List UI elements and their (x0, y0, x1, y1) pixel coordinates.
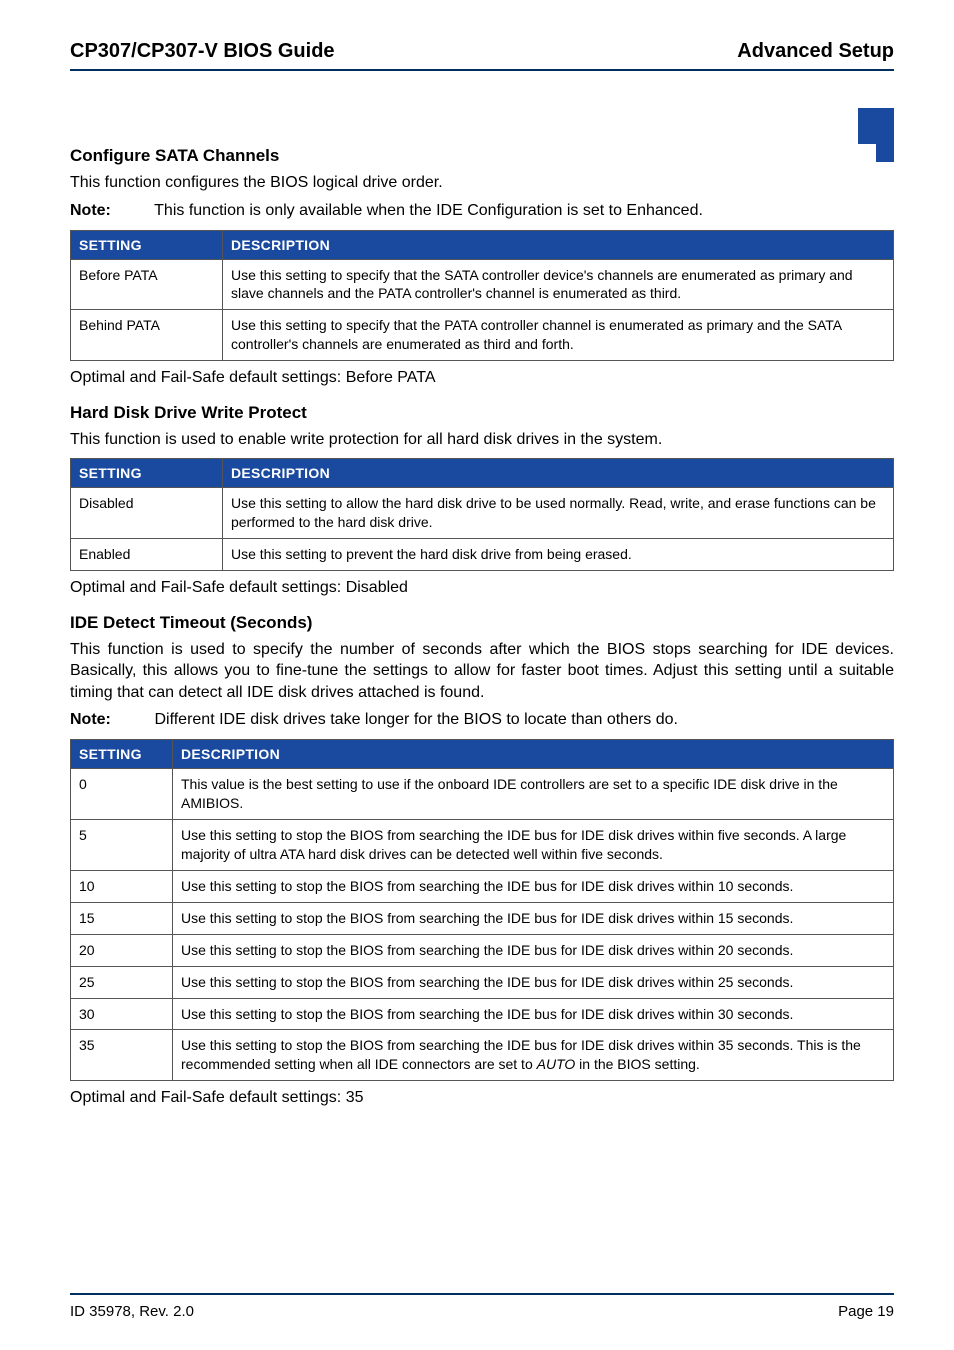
table-row: 20 Use this setting to stop the BIOS fro… (71, 934, 894, 966)
cell-description: Use this setting to stop the BIOS from s… (173, 870, 894, 902)
footer-right: Page 19 (838, 1303, 894, 1320)
table-row: Behind PATA Use this setting to specify … (71, 310, 894, 361)
cell-setting: 5 (71, 820, 173, 871)
note-label: Note: (70, 202, 150, 220)
th-description: DESCRIPTION (223, 459, 894, 488)
sec3-intro: This function is used to specify the num… (70, 639, 894, 704)
table-row: 35 Use this setting to stop the BIOS fro… (71, 1030, 894, 1081)
cell-setting: 25 (71, 966, 173, 998)
sec1-table: SETTING DESCRIPTION Before PATA Use this… (70, 230, 894, 362)
footer-left: ID 35978, Rev. 2.0 (70, 1303, 194, 1320)
table-row: Before PATA Use this setting to specify … (71, 259, 894, 310)
sec3-table: SETTING DESCRIPTION 0 This value is the … (70, 739, 894, 1081)
sec1-default: Optimal and Fail-Safe default settings: … (70, 367, 894, 389)
cell-description: Use this setting to specify that the SAT… (223, 259, 894, 310)
note-text: This function is only available when the… (154, 202, 703, 219)
cell-description: Use this setting to prevent the hard dis… (223, 539, 894, 571)
cell-description: Use this setting to stop the BIOS from s… (173, 1030, 894, 1081)
th-description: DESCRIPTION (173, 740, 894, 769)
sec1-intro: This function configures the BIOS logica… (70, 172, 894, 194)
th-setting: SETTING (71, 459, 223, 488)
cell-setting: Disabled (71, 488, 223, 539)
sec2-table: SETTING DESCRIPTION Disabled Use this se… (70, 458, 894, 571)
th-description: DESCRIPTION (223, 230, 894, 259)
cell-setting: 10 (71, 870, 173, 902)
cell-setting: 35 (71, 1030, 173, 1081)
header-left: CP307/CP307-V BIOS Guide (70, 40, 335, 63)
table-row: 0 This value is the best setting to use … (71, 769, 894, 820)
footer-rule (70, 1293, 894, 1295)
table-row: Disabled Use this setting to allow the h… (71, 488, 894, 539)
header-right: Advanced Setup (737, 40, 894, 63)
sec3-title: IDE Detect Timeout (Seconds) (70, 613, 894, 633)
cell-setting: 15 (71, 902, 173, 934)
table-row: 15 Use this setting to stop the BIOS fro… (71, 902, 894, 934)
cell-setting: Enabled (71, 539, 223, 571)
note-label: Note: (70, 711, 150, 729)
sec2-title: Hard Disk Drive Write Protect (70, 403, 894, 423)
sec1-note: Note: This function is only available wh… (70, 202, 894, 220)
cell-description: Use this setting to specify that the PAT… (223, 310, 894, 361)
sec3-note: Note: Different IDE disk drives take lon… (70, 711, 894, 729)
table-row: 25 Use this setting to stop the BIOS fro… (71, 966, 894, 998)
table-row: 30 Use this setting to stop the BIOS fro… (71, 998, 894, 1030)
cell-setting: Before PATA (71, 259, 223, 310)
table-row: Enabled Use this setting to prevent the … (71, 539, 894, 571)
th-setting: SETTING (71, 230, 223, 259)
cell-setting: 30 (71, 998, 173, 1030)
cell-description: This value is the best setting to use if… (173, 769, 894, 820)
table-row: 10 Use this setting to stop the BIOS fro… (71, 870, 894, 902)
cell-setting: 0 (71, 769, 173, 820)
header-rule (70, 69, 894, 71)
cell-description: Use this setting to stop the BIOS from s… (173, 820, 894, 871)
th-setting: SETTING (71, 740, 173, 769)
cell-description: Use this setting to stop the BIOS from s… (173, 998, 894, 1030)
sec2-intro: This function is used to enable write pr… (70, 429, 894, 451)
sec1-title: Configure SATA Channels (70, 146, 894, 166)
cell-description: Use this setting to stop the BIOS from s… (173, 902, 894, 934)
cell-description: Use this setting to allow the hard disk … (223, 488, 894, 539)
sec2-default: Optimal and Fail-Safe default settings: … (70, 577, 894, 599)
brand-logo-icon (844, 108, 894, 158)
note-text: Different IDE disk drives take longer fo… (154, 711, 678, 728)
cell-description: Use this setting to stop the BIOS from s… (173, 934, 894, 966)
cell-setting: 20 (71, 934, 173, 966)
table-row: 5 Use this setting to stop the BIOS from… (71, 820, 894, 871)
cell-description: Use this setting to stop the BIOS from s… (173, 966, 894, 998)
cell-setting: Behind PATA (71, 310, 223, 361)
sec3-default: Optimal and Fail-Safe default settings: … (70, 1087, 894, 1109)
